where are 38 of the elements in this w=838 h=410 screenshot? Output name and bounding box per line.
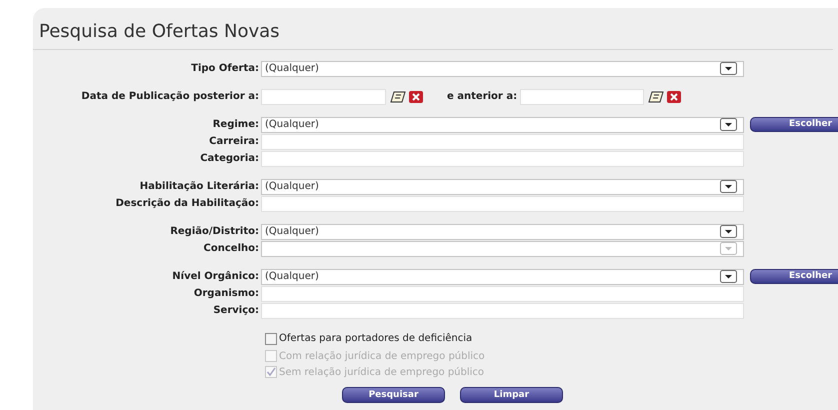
field-label: Serviço: xyxy=(213,304,259,318)
calendar-icon[interactable] xyxy=(648,90,664,102)
action-button[interactable]: Pesquisar xyxy=(342,387,445,403)
date-field[interactable] xyxy=(520,88,644,104)
dropdown-field[interactable]: (Qualquer) xyxy=(261,116,744,132)
field-label: Região/Distrito: xyxy=(170,225,259,239)
dropdown-field[interactable]: (Qualquer) xyxy=(261,224,744,240)
choose-button[interactable]: Escolher xyxy=(750,117,838,132)
text-field[interactable] xyxy=(261,286,744,302)
field-label: Concelho: xyxy=(204,242,259,256)
calendar-icon[interactable] xyxy=(390,90,406,102)
field-label: Nível Orgânico: xyxy=(172,270,259,284)
field-label: Habilitação Literária: xyxy=(140,180,259,194)
date-field[interactable] xyxy=(261,88,386,104)
checkbox[interactable] xyxy=(265,332,277,344)
dropdown-field[interactable]: (Qualquer) xyxy=(261,178,744,194)
field-label: Tipo Oferta: xyxy=(191,62,259,76)
choose-button[interactable]: Escolher xyxy=(750,269,838,284)
field-label: e anterior a: xyxy=(447,90,518,104)
field-label: Descrição da Habilitação: xyxy=(116,197,259,211)
text-field[interactable] xyxy=(261,196,744,212)
checkbox-label: Sem relação jurídica de emprego público xyxy=(279,366,484,380)
field-label: Regime: xyxy=(212,118,259,132)
dropdown-field[interactable]: (Qualquer) xyxy=(261,268,744,284)
field-label: Carreira: xyxy=(209,135,259,149)
field-label: Organismo: xyxy=(194,287,259,301)
clear-icon[interactable] xyxy=(667,90,682,102)
action-button[interactable]: Limpar xyxy=(460,387,563,403)
checkbox-label: Com relação jurídica de emprego público xyxy=(279,350,485,364)
text-field[interactable] xyxy=(261,302,744,318)
clear-icon[interactable] xyxy=(409,90,423,102)
dropdown-field[interactable]: (Qualquer) xyxy=(261,60,744,76)
text-field[interactable] xyxy=(261,134,744,150)
field-label: Categoria: xyxy=(200,152,259,166)
checkbox-label: Ofertas para portadores de deficiência xyxy=(279,332,472,346)
text-field[interactable] xyxy=(261,150,744,166)
field-label: Data de Publicação posterior a: xyxy=(81,90,259,104)
form-title: Pesquisa de Ofertas Novas xyxy=(39,21,280,42)
